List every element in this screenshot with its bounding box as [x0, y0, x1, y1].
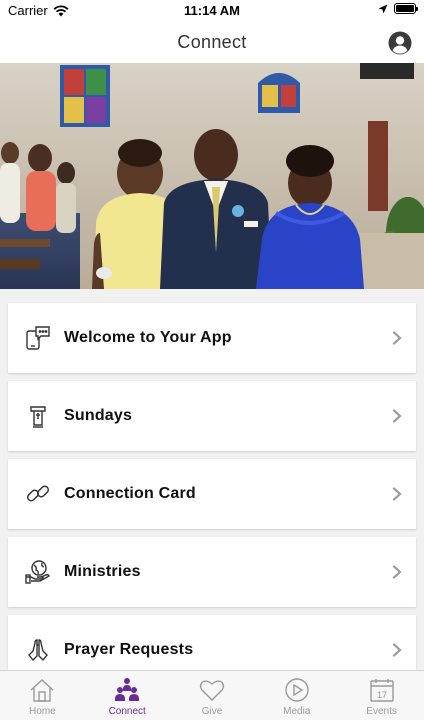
tab-bar: Home Connect Give Media 17 Events	[0, 670, 424, 720]
hero-photo	[0, 63, 424, 289]
status-bar: Carrier 11:14 AM	[0, 0, 424, 22]
menu-item-label: Ministries	[64, 563, 141, 580]
location-arrow-icon	[378, 4, 388, 13]
chevron-right-icon	[392, 643, 402, 657]
link-icon	[25, 481, 51, 507]
tab-label: Media	[283, 706, 311, 717]
calendar-icon: 17	[369, 679, 394, 702]
menu-item-label: Connection Card	[64, 485, 196, 502]
tab-home[interactable]: Home	[0, 671, 85, 720]
tab-give[interactable]: Give	[170, 671, 255, 720]
menu-list: Welcome to Your App Sundays Connection C…	[8, 303, 416, 693]
menu-item-label: Sundays	[64, 407, 133, 424]
praying-hands-icon	[25, 637, 51, 663]
menu-item-connection-card[interactable]: Connection Card	[8, 459, 416, 529]
chevron-right-icon	[392, 565, 402, 579]
chevron-right-icon	[392, 487, 402, 501]
tab-media[interactable]: Media	[254, 671, 339, 720]
menu-item-welcome[interactable]: Welcome to Your App	[8, 303, 416, 373]
people-icon	[115, 678, 140, 701]
phone-chat-icon	[25, 325, 51, 351]
menu-item-label: Welcome to Your App	[64, 329, 232, 346]
tab-label: Give	[201, 706, 223, 717]
profile-icon[interactable]	[388, 31, 412, 55]
chevron-right-icon	[392, 331, 402, 345]
calendar-day-number: 17	[377, 690, 387, 700]
battery-icon	[394, 3, 418, 14]
pulpit-icon	[25, 403, 51, 429]
tab-label: Events	[366, 706, 397, 717]
menu-item-label: Prayer Requests	[64, 641, 194, 658]
navigation-bar: Connect	[0, 22, 424, 63]
church-photo-image	[0, 63, 424, 289]
status-time: 11:14 AM	[184, 3, 240, 18]
status-right	[378, 3, 418, 14]
tab-label: Home	[29, 706, 56, 717]
tab-events[interactable]: 17 Events	[339, 671, 424, 720]
tab-label: Connect	[108, 706, 146, 717]
tab-connect[interactable]: Connect	[85, 671, 170, 720]
heart-icon	[199, 680, 225, 701]
home-icon	[30, 679, 54, 702]
globe-hand-icon	[25, 559, 51, 585]
play-icon	[285, 678, 309, 702]
menu-item-sundays[interactable]: Sundays	[8, 381, 416, 451]
chevron-right-icon	[392, 409, 402, 423]
menu-item-ministries[interactable]: Ministries	[8, 537, 416, 607]
page-title: Connect	[177, 32, 247, 52]
